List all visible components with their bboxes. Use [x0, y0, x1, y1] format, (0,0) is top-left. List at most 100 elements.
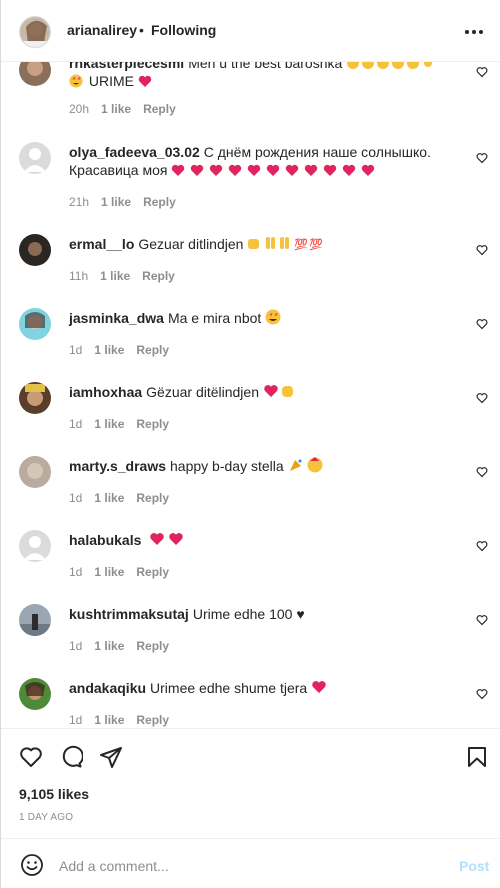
comment-likes[interactable]: 1 like	[101, 102, 131, 116]
hand-emojis-icon: 💯 💯	[248, 237, 323, 251]
heart-and-wave-emoji-icon	[264, 385, 293, 397]
reply-button[interactable]: Reply	[136, 639, 169, 653]
ellipsis-icon[interactable]	[463, 24, 485, 40]
svg-text:💯: 💯	[294, 238, 308, 251]
comment-text-line2: URIME	[88, 73, 135, 89]
comment-meta: 11h 1 like Reply	[69, 269, 187, 283]
comment-likes[interactable]: 1 like	[94, 565, 124, 579]
commenter-avatar[interactable]	[19, 62, 51, 86]
comment-meta: 1d 1 like Reply	[69, 713, 181, 727]
reply-button[interactable]: Reply	[136, 343, 169, 357]
like-comment-heart-icon[interactable]	[476, 466, 488, 478]
commenter-avatar[interactable]	[19, 456, 51, 488]
reply-button[interactable]: Reply	[143, 102, 176, 116]
commenter-avatar[interactable]	[19, 142, 51, 174]
like-comment-heart-icon[interactable]	[476, 244, 488, 256]
commenter-avatar[interactable]	[19, 530, 51, 562]
author-username[interactable]: arianalirey	[67, 22, 137, 38]
commenter-username[interactable]: kushtrimmaksutaj	[69, 606, 189, 622]
comment-meta: 21h 1 like Reply	[69, 195, 188, 209]
reply-button[interactable]: Reply	[142, 269, 175, 283]
comment-time: 1d	[69, 417, 83, 431]
comment-meta: 1d 1 like Reply	[69, 343, 181, 357]
comment-text-line2: Красавица моя	[69, 162, 168, 178]
author-avatar[interactable]	[19, 16, 51, 48]
comment-text: Urimee edhe shume tjera	[150, 680, 308, 696]
comment-meta: 1d 1 like Reply	[69, 417, 181, 431]
like-comment-heart-icon[interactable]	[476, 614, 488, 626]
commenter-username[interactable]: marty.s_draws	[69, 458, 166, 474]
comment-time: 20h	[69, 102, 90, 116]
comments-list: rnkasterpiecesmi Men u the best baroshkа …	[1, 62, 500, 728]
comment-text: happy b-day stella	[170, 458, 284, 474]
commenter-avatar[interactable]	[19, 604, 51, 636]
commenter-username[interactable]: olya_fadeeva_03.02	[69, 144, 200, 160]
two-red-hearts-icon	[150, 533, 183, 545]
post-panel: arianalirey • Following rnkasterpiecesmi…	[0, 0, 500, 888]
reply-button[interactable]: Reply	[143, 195, 176, 209]
comment-meta: 1d 1 like Reply	[69, 565, 181, 579]
grinning-emoji-icon	[347, 62, 433, 69]
comment-likes[interactable]: 1 like	[94, 417, 124, 431]
comment-text: Gezuar ditlindjen	[138, 236, 244, 252]
comment-likes[interactable]: 1 like	[94, 343, 124, 357]
commenter-username[interactable]: jasminka_dwa	[69, 310, 164, 326]
like-comment-heart-icon[interactable]	[476, 318, 488, 330]
commenter-avatar[interactable]	[19, 382, 51, 414]
like-comment-heart-icon[interactable]	[476, 688, 488, 700]
reply-button[interactable]: Reply	[136, 417, 169, 431]
like-comment-heart-icon[interactable]	[476, 66, 488, 78]
comment-time: 1d	[69, 491, 83, 505]
like-comment-heart-icon[interactable]	[476, 540, 488, 552]
party-emojis-icon	[289, 457, 323, 473]
red-heart-icon	[312, 681, 326, 693]
star-eyes-emoji-icon	[69, 74, 83, 88]
comment-likes[interactable]: 1 like	[100, 269, 130, 283]
star-eyes-emoji-icon	[265, 309, 281, 325]
commenter-username[interactable]: ermal__lo	[69, 236, 134, 252]
comment-input[interactable]: Add a comment...	[59, 858, 169, 874]
post-header: arianalirey • Following	[1, 0, 500, 62]
comment-time: 21h	[69, 195, 90, 209]
like-comment-heart-icon[interactable]	[476, 152, 488, 164]
post-comment-button[interactable]: Post	[459, 858, 489, 874]
svg-text:💯: 💯	[309, 238, 323, 251]
red-hearts-row-icon	[172, 164, 375, 176]
comment-text: С днём рождения наше солнышко.	[203, 144, 431, 160]
like-comment-heart-icon[interactable]	[476, 392, 488, 404]
reply-button[interactable]: Reply	[136, 491, 169, 505]
following-button[interactable]: Following	[151, 22, 216, 38]
commenter-username[interactable]: rnkasterpiecesmi	[69, 62, 184, 71]
comment-time: 11h	[69, 269, 89, 283]
comment-meta: 1d 1 like Reply	[69, 639, 181, 653]
commenter-username[interactable]: iamhoxhaa	[69, 384, 142, 400]
commenter-username[interactable]: halabukals	[69, 532, 141, 548]
reply-button[interactable]: Reply	[136, 565, 169, 579]
post-likes-count[interactable]: 9,105 likes	[19, 786, 89, 802]
post-timestamp: 1 DAY AGO	[19, 812, 74, 823]
comment-meta: 20h 1 like Reply	[69, 102, 188, 116]
comment-time: 1d	[69, 565, 83, 579]
comment-likes[interactable]: 1 like	[101, 195, 131, 209]
post-actions: 9,105 likes 1 DAY AGO	[1, 728, 500, 838]
emoji-smiley-icon[interactable]	[20, 853, 44, 877]
comment-bubble-icon[interactable]	[59, 745, 83, 769]
save-bookmark-icon[interactable]	[465, 745, 489, 769]
commenter-avatar[interactable]	[19, 308, 51, 340]
commenter-username[interactable]: andakaqiku	[69, 680, 146, 696]
comment-text: Ma e mira nbot	[167, 310, 262, 326]
comment-likes[interactable]: 1 like	[94, 713, 124, 727]
comment-time: 1d	[69, 343, 83, 357]
commenter-avatar[interactable]	[19, 678, 51, 710]
comment-time: 1d	[69, 639, 83, 653]
comment-text: Urime edhe 100 ♥	[192, 606, 305, 622]
comment-text: Gëzuar ditëlindjen	[146, 384, 259, 400]
comment-meta: 1d 1 like Reply	[69, 491, 181, 505]
reply-button[interactable]: Reply	[136, 713, 169, 727]
share-paper-plane-icon[interactable]	[99, 745, 123, 769]
commenter-avatar[interactable]	[19, 234, 51, 266]
like-heart-icon[interactable]	[19, 745, 43, 769]
comment-likes[interactable]: 1 like	[94, 491, 124, 505]
comment-likes[interactable]: 1 like	[94, 639, 124, 653]
comment-text: Men u the best baroshkа	[188, 62, 343, 71]
